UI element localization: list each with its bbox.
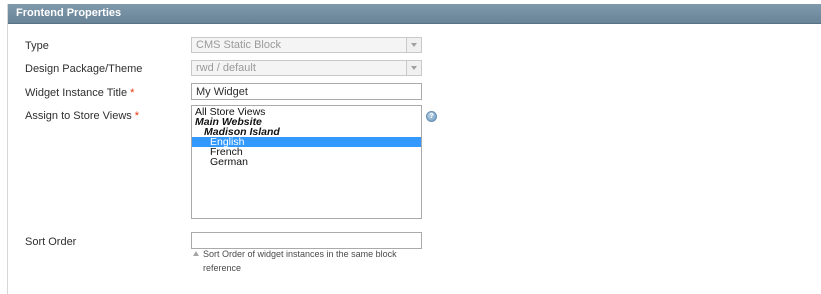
store-views-label: Assign to Store Views * xyxy=(25,110,139,122)
note-text-2: reference xyxy=(203,263,242,273)
chevron-down-icon xyxy=(406,38,421,52)
required-mark: * xyxy=(134,110,140,122)
title-label-text: Widget Instance Title xyxy=(25,87,128,99)
chevron-down-icon xyxy=(406,61,421,75)
design-select-value: rwd / default xyxy=(196,62,256,74)
sort-order-label: Sort Order xyxy=(25,236,76,248)
title-label: Widget Instance Title * xyxy=(25,87,134,99)
sort-order-note: Sort Order of widget instances in the sa… xyxy=(193,247,423,275)
triangle-up-icon xyxy=(193,251,199,256)
store-views-multiselect[interactable]: All Store Views Main Website Madison Isl… xyxy=(191,105,422,219)
note-text-1: Sort Order of widget instances in the sa… xyxy=(203,249,397,259)
question-help-icon[interactable]: ? xyxy=(426,111,437,122)
note-line-2: reference xyxy=(193,261,423,275)
type-select: CMS Static Block xyxy=(191,37,422,53)
panel-header: Frontend Properties xyxy=(8,4,821,24)
store-view-option-german[interactable]: German xyxy=(192,157,421,168)
design-select: rwd / default xyxy=(191,60,422,76)
type-select-value: CMS Static Block xyxy=(196,39,281,51)
store-views-label-text: Assign to Store Views xyxy=(25,110,132,122)
type-label: Type xyxy=(25,40,49,52)
sort-order-label-text: Sort Order xyxy=(25,236,77,248)
panel-title: Frontend Properties xyxy=(16,7,122,19)
type-label-text: Type xyxy=(25,40,49,52)
design-label: Design Package/Theme xyxy=(25,63,142,75)
note-line-1: Sort Order of widget instances in the sa… xyxy=(193,247,423,261)
widget-title-input[interactable] xyxy=(191,83,422,100)
design-label-text: Design Package/Theme xyxy=(25,63,143,75)
required-mark: * xyxy=(130,87,135,99)
